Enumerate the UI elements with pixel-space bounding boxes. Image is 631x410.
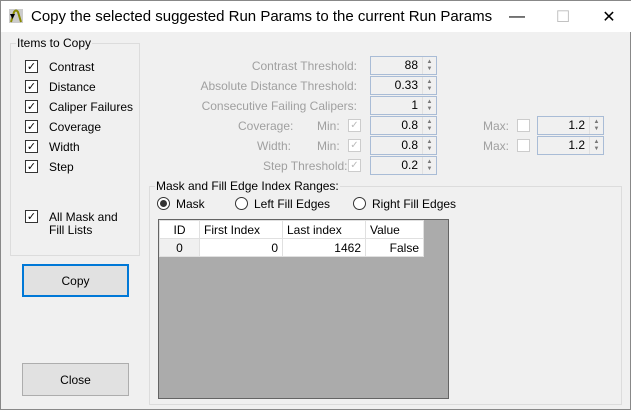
value: 1	[411, 98, 418, 112]
all-mask-label: All Mask and Fill Lists	[49, 211, 118, 237]
check-icon: ✓	[26, 211, 37, 223]
item-checkbox[interactable]: ✓	[25, 100, 38, 113]
title-bar: Copy the selected suggested Run Params t…	[1, 1, 631, 32]
distance-threshold-label: Absolute Distance Threshold:	[200, 79, 357, 93]
width-max-label: Max:	[483, 139, 510, 153]
spin-arrows-icon[interactable]: ▲ ▼	[589, 137, 603, 154]
width-min-checkbox[interactable]: ✓	[348, 139, 361, 152]
item-checkbox[interactable]: ✓	[25, 80, 38, 93]
radio-dot-icon	[160, 200, 167, 207]
check-icon: ✓	[26, 81, 37, 93]
radio-1[interactable]	[235, 197, 248, 210]
coverage-min-checkbox[interactable]: ✓	[348, 119, 361, 132]
radio-label: Left Fill Edges	[254, 197, 331, 211]
spin-arrows-icon[interactable]: ▲ ▼	[422, 157, 436, 174]
item-label: Caliper Failures	[49, 100, 134, 114]
width-min-label: Min:	[317, 139, 340, 153]
close-button[interactable]: Close	[22, 363, 129, 396]
value: 1.2	[568, 138, 585, 152]
minimize-button[interactable]: —	[494, 1, 540, 32]
item-label: Coverage	[49, 120, 102, 134]
column-header[interactable]: ID	[159, 220, 200, 239]
maximize-button[interactable]: ☐	[540, 1, 586, 32]
spin-arrows-icon[interactable]: ▲ ▼	[589, 117, 603, 134]
column-header[interactable]: Value	[365, 220, 424, 239]
coverage-max-checkbox[interactable]	[517, 119, 530, 132]
step-threshold-label: Step Threshold:	[263, 159, 348, 173]
item-checkbox[interactable]: ✓	[25, 160, 38, 173]
radio-2[interactable]	[353, 197, 366, 210]
failing-calipers-spinner[interactable]: 1 ▲ ▼	[370, 96, 437, 115]
table-cell[interactable]: 1462	[282, 238, 366, 257]
table-cell[interactable]: 0	[159, 238, 200, 257]
value: 0.33	[394, 78, 418, 92]
radio-0[interactable]	[157, 197, 170, 210]
check-icon: ✓	[26, 141, 37, 153]
window-title: Copy the selected suggested Run Params t…	[31, 8, 493, 25]
contrast-threshold-spinner[interactable]: 88 ▲ ▼	[370, 56, 437, 75]
item-label: Contrast	[49, 60, 95, 74]
spin-arrows-icon[interactable]: ▲ ▼	[422, 57, 436, 74]
contrast-threshold-label: Contrast Threshold:	[251, 59, 357, 73]
coverage-label: Coverage:	[238, 119, 294, 133]
spin-arrows-icon[interactable]: ▲ ▼	[422, 137, 436, 154]
coverage-max-spinner[interactable]: 1.2 ▲ ▼	[537, 116, 604, 135]
width-min-spinner[interactable]: 0.8 ▲ ▼	[370, 136, 437, 155]
item-label: Width	[49, 140, 80, 154]
label-line: All Mask and	[49, 210, 118, 224]
table-row[interactable]: 0 0 1462 False	[159, 238, 424, 257]
value: 1.2	[568, 118, 585, 132]
index-ranges-grid[interactable]: ID First Index Last index Value 0 0 1462 False	[158, 219, 449, 399]
ranges-table: ID First Index Last index Value 0 0 1462 False	[159, 220, 424, 257]
value: 0.8	[401, 138, 418, 152]
item-checkbox[interactable]: ✓	[25, 60, 38, 73]
table-cell[interactable]: 0	[199, 238, 283, 257]
check-icon: ✓	[26, 121, 37, 133]
spin-arrows-icon[interactable]: ▲ ▼	[422, 97, 436, 114]
radio-label: Right Fill Edges	[372, 197, 457, 211]
radio-label: Mask	[176, 197, 205, 211]
column-header[interactable]: Last index	[282, 220, 366, 239]
check-icon: ✓	[26, 161, 37, 173]
spin-arrows-icon[interactable]: ▲ ▼	[422, 117, 436, 134]
item-label: Step	[49, 160, 74, 174]
all-mask-checkbox[interactable]: ✓	[25, 210, 38, 223]
copy-button[interactable]: Copy	[22, 264, 129, 297]
step-threshold-spinner[interactable]: 0.2 ▲ ▼	[370, 156, 437, 175]
width-max-spinner[interactable]: 1.2 ▲ ▼	[537, 136, 604, 155]
coverage-min-label: Min:	[317, 119, 340, 133]
step-threshold-checkbox[interactable]: ✓	[348, 159, 361, 172]
item-label: Distance	[49, 80, 96, 94]
label-line: Fill Lists	[49, 223, 93, 237]
spin-arrows-icon[interactable]: ▲ ▼	[422, 77, 436, 94]
distance-threshold-spinner[interactable]: 0.33 ▲ ▼	[370, 76, 437, 95]
item-checkbox[interactable]: ✓	[25, 140, 38, 153]
app-icon	[9, 9, 23, 23]
items-legend: Items to Copy	[17, 36, 92, 50]
value: 0.8	[401, 118, 418, 132]
table-cell[interactable]: False	[365, 238, 424, 257]
check-icon: ✓	[350, 140, 359, 151]
close-window-button[interactable]: ✕	[586, 1, 631, 32]
failing-calipers-label: Consecutive Failing Calipers:	[201, 99, 357, 113]
check-icon: ✓	[26, 101, 37, 113]
check-icon: ✓	[350, 120, 359, 131]
column-header[interactable]: First Index	[199, 220, 283, 239]
check-icon: ✓	[350, 160, 359, 171]
ranges-legend: Mask and Fill Edge Index Ranges:	[156, 179, 339, 193]
value: 88	[404, 58, 418, 72]
item-checkbox[interactable]: ✓	[25, 120, 38, 133]
width-label: Width:	[257, 139, 292, 153]
value: 0.2	[401, 158, 418, 172]
coverage-max-label: Max:	[483, 119, 510, 133]
coverage-min-spinner[interactable]: 0.8 ▲ ▼	[370, 116, 437, 135]
check-icon: ✓	[26, 61, 37, 73]
width-max-checkbox[interactable]	[517, 139, 530, 152]
